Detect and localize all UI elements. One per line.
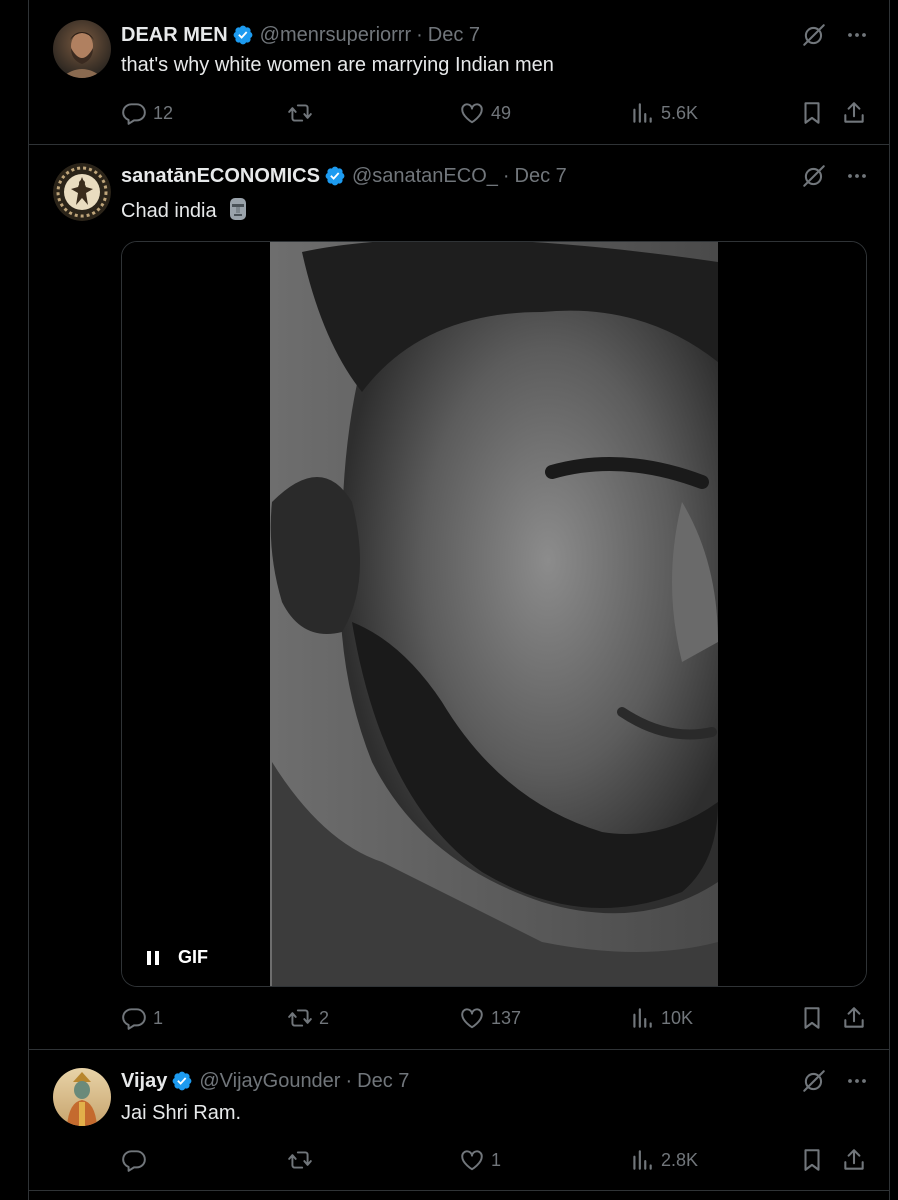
bookmark-icon (799, 1147, 825, 1173)
more-icon[interactable] (845, 164, 869, 188)
handle[interactable]: @VijayGounder (199, 1070, 340, 1092)
separator: · (502, 164, 510, 187)
separator: · (416, 23, 423, 46)
timeline: DEAR MEN @menrsuperiorrr · Dec 7 that's wh… (28, 0, 890, 1200)
bookmark-button[interactable] (799, 1145, 825, 1175)
reply-button[interactable]: 1 (121, 1003, 163, 1033)
share-icon (841, 100, 867, 126)
timestamp[interactable]: Dec 7 (515, 165, 567, 187)
repost-button[interactable] (287, 1145, 319, 1175)
heart-icon (459, 1147, 485, 1173)
reply-count: 12 (153, 102, 174, 123)
like-button[interactable]: 137 (459, 1003, 521, 1033)
views-button[interactable]: 10K (629, 1003, 693, 1033)
bookmark-button[interactable] (799, 1003, 825, 1033)
action-bar: 1 2.8K (121, 1145, 871, 1175)
timestamp[interactable]: Dec 7 (428, 24, 480, 46)
tweet-text: Jai Shri Ram. (121, 1102, 242, 1124)
share-button[interactable] (841, 98, 867, 128)
avatar[interactable] (53, 20, 111, 78)
verified-badge-icon (232, 24, 254, 46)
display-name[interactable]: sanatānECONOMICS (121, 165, 320, 188)
reply-button[interactable]: 12 (121, 98, 173, 128)
bookmark-button[interactable] (799, 98, 825, 128)
action-bar: 1 2 137 10K (121, 1003, 871, 1033)
gif-image (122, 242, 866, 986)
like-button[interactable]: 49 (459, 98, 511, 128)
tweet[interactable]: DEAR MEN @menrsuperiorrr · Dec 7 that's wh… (29, 0, 889, 145)
pause-icon[interactable] (146, 950, 160, 966)
views-button[interactable]: 2.8K (629, 1145, 698, 1175)
tweet[interactable]: Vijay @VijayGounder · Dec 7 Jai Shri Ram. … (29, 1050, 889, 1191)
tweet[interactable]: sanatānECONOMICS @sanatanECO_ · Dec 7 Chad… (29, 145, 889, 1050)
views-icon (629, 1147, 655, 1173)
share-button[interactable] (841, 1003, 867, 1033)
views-icon (629, 100, 655, 126)
share-icon (841, 1005, 867, 1031)
repost-icon (287, 1005, 313, 1031)
gif-media[interactable]: GIF (121, 241, 867, 987)
gif-badge: GIF (178, 947, 208, 967)
repost-button[interactable]: 2 (287, 1003, 329, 1033)
like-count: 137 (491, 1007, 522, 1028)
bookmark-icon (799, 1005, 825, 1031)
reply-button[interactable] (121, 1145, 153, 1175)
bookmark-icon (799, 100, 825, 126)
repost-icon (287, 1147, 313, 1173)
avatar[interactable] (53, 163, 111, 221)
repost-count: 2 (319, 1007, 330, 1028)
display-name[interactable]: DEAR MEN (121, 24, 228, 47)
separator: · (345, 1069, 353, 1092)
tweet-text: that's why white women are marrying Indi… (121, 54, 554, 76)
display-name[interactable]: Vijay (121, 1070, 167, 1093)
reply-count: 1 (153, 1007, 164, 1028)
view-count: 2.8K (661, 1149, 699, 1170)
handle[interactable]: @menrsuperiorrr (260, 24, 411, 46)
grok-icon[interactable] (801, 1068, 827, 1094)
verified-badge-icon (324, 165, 346, 187)
reply-icon (121, 100, 147, 126)
like-count: 1 (491, 1149, 502, 1170)
view-count: 10K (661, 1007, 694, 1028)
reply-icon (121, 1005, 147, 1031)
action-bar: 12 49 5.6K (121, 98, 871, 128)
like-count: 49 (491, 102, 512, 123)
view-count: 5.6K (661, 102, 699, 123)
heart-icon (459, 100, 485, 126)
handle[interactable]: @sanatanECO_ (352, 165, 498, 187)
heart-icon (459, 1005, 485, 1031)
moai-emoji-icon (230, 198, 247, 220)
timestamp[interactable]: Dec 7 (357, 1070, 409, 1092)
verified-badge-icon (171, 1070, 193, 1092)
avatar[interactable] (53, 1068, 111, 1126)
more-icon[interactable] (845, 1069, 869, 1093)
views-button[interactable]: 5.6K (629, 98, 698, 128)
repost-button[interactable] (287, 98, 319, 128)
like-button[interactable]: 1 (459, 1145, 501, 1175)
repost-icon (287, 100, 313, 126)
grok-icon[interactable] (801, 163, 827, 189)
share-icon (841, 1147, 867, 1173)
share-button[interactable] (841, 1145, 867, 1175)
tweet-text: Chad india (121, 200, 217, 222)
reply-icon (121, 1147, 147, 1173)
views-icon (629, 1005, 655, 1031)
grok-icon[interactable] (801, 22, 827, 48)
more-icon[interactable] (845, 23, 869, 47)
